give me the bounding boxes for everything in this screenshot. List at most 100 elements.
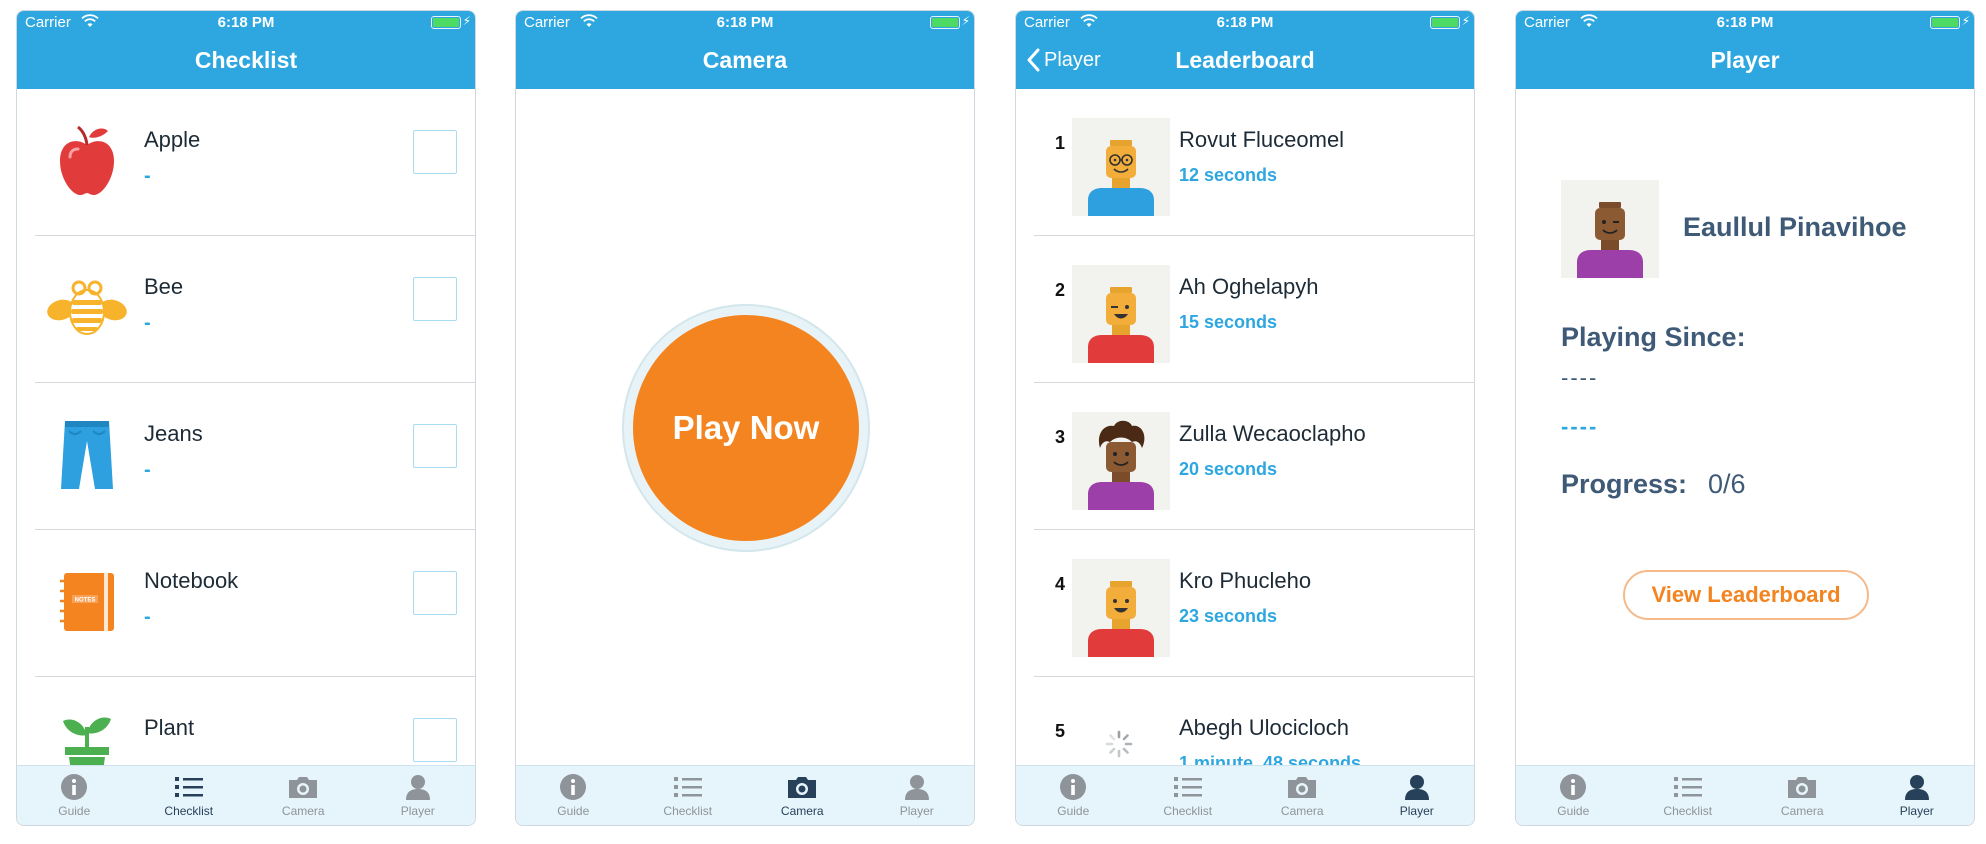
list-icon <box>1173 774 1203 800</box>
tab-guide[interactable]: Guide <box>1016 766 1131 825</box>
jeans-icon <box>45 413 129 497</box>
page-title: Leaderboard <box>1175 47 1315 73</box>
tab-label: Checklist <box>1163 804 1213 818</box>
charging-icon: ⚡ <box>961 14 970 28</box>
tab-label: Player <box>400 804 435 818</box>
page-title: Camera <box>702 47 788 73</box>
tab-player[interactable]: Player <box>1860 766 1975 825</box>
avatar <box>1072 265 1170 363</box>
player-time: 23 seconds <box>1179 606 1278 626</box>
info-icon <box>1558 774 1588 800</box>
tab-player[interactable]: Player <box>860 766 975 825</box>
tab-label: Guide <box>1557 804 1590 818</box>
playing-since-value-secondary: ---- <box>1561 414 1599 439</box>
view-leaderboard-button[interactable]: View Leaderboard <box>1623 570 1869 620</box>
person-icon <box>1402 774 1432 800</box>
tab-camera[interactable]: Camera <box>246 766 361 825</box>
tab-guide[interactable]: Guide <box>17 766 132 825</box>
item-checkbox[interactable] <box>413 571 457 615</box>
playing-since-label: Playing Since: <box>1561 322 1746 352</box>
list-item: Apple - <box>17 89 475 236</box>
item-status: - <box>144 165 151 187</box>
tab-label: Checklist <box>164 804 214 818</box>
tab-checklist[interactable]: Checklist <box>631 766 746 825</box>
player-name: Abegh Ulocicloch <box>1179 715 1349 740</box>
player-name: Kro Phucleho <box>1179 568 1312 593</box>
app-screenshots: Carrier 6:18 PM ⚡ Checklist Apple - Bee … <box>0 0 1986 844</box>
navigation-bar: Carrier 6:18 PM ⚡ Camera <box>516 11 974 89</box>
item-name: Plant <box>144 715 195 740</box>
item-status: - <box>144 312 151 334</box>
battery-icon <box>930 16 960 29</box>
item-name: Bee <box>144 274 184 299</box>
rank-number: 2 <box>1054 280 1065 300</box>
camera-icon <box>787 774 817 800</box>
item-checkbox[interactable] <box>413 718 457 762</box>
table-row[interactable]: 2 Ah Oghelapyh 15 seconds <box>1016 236 1474 383</box>
item-name: Jeans <box>144 421 203 446</box>
player-screen: Carrier 6:18 PM ⚡ Player Eaullul Pinavih… <box>1515 10 1975 826</box>
tab-label: Player <box>1899 804 1934 818</box>
tab-checklist[interactable]: Checklist <box>1131 766 1246 825</box>
list-item: NOTES Notebook - <box>17 530 475 677</box>
tab-player[interactable]: Player <box>1360 766 1475 825</box>
list-icon <box>174 774 204 800</box>
page-title: Player <box>1710 47 1780 73</box>
player-name: Ah Oghelapyh <box>1179 274 1319 299</box>
status-time: 6:18 PM <box>1716 14 1774 31</box>
tab-guide[interactable]: Guide <box>516 766 631 825</box>
table-row[interactable]: 5 Abegh Ulocicloch 1 minute, 48 seconds <box>1016 677 1474 777</box>
tab-checklist[interactable]: Checklist <box>132 766 247 825</box>
item-checkbox[interactable] <box>413 424 457 468</box>
list-icon <box>1673 774 1703 800</box>
leaderboard-list: 1 Rovut Fluceomel 12 seconds 2 Ah Oghela… <box>1016 89 1474 777</box>
avatar <box>1072 412 1170 510</box>
info-icon <box>558 774 588 800</box>
tab-bar: Guide Checklist Camera Player <box>1516 765 1974 825</box>
player-time: 20 seconds <box>1179 459 1278 479</box>
tab-camera[interactable]: Camera <box>745 766 860 825</box>
player-name: Zulla Wecaoclapho <box>1179 421 1366 446</box>
tab-label: Camera <box>1280 804 1324 818</box>
status-time: 6:18 PM <box>217 14 275 31</box>
play-now-button[interactable]: Play Now <box>633 315 859 541</box>
tab-label: Guide <box>557 804 590 818</box>
tab-checklist[interactable]: Checklist <box>1631 766 1746 825</box>
tab-bar: Guide Checklist Camera Player <box>17 765 475 825</box>
charging-icon: ⚡ <box>462 14 471 28</box>
rank-number: 5 <box>1054 721 1065 741</box>
navigation-bar: Carrier 6:18 PM ⚡ Checklist <box>17 11 475 89</box>
tab-label: Guide <box>1057 804 1090 818</box>
notebook-icon: NOTES <box>45 560 129 644</box>
tab-bar: Guide Checklist Camera Player <box>1016 765 1474 825</box>
battery-icon <box>431 16 461 29</box>
progress-value: 0/6 <box>1708 469 1746 499</box>
battery-icon <box>1930 16 1960 29</box>
table-row[interactable]: 1 Rovut Fluceomel 12 seconds <box>1016 89 1474 236</box>
tab-camera[interactable]: Camera <box>1245 766 1360 825</box>
tab-label: Camera <box>1780 804 1824 818</box>
table-row[interactable]: 4 Kro Phucleho 23 seconds <box>1016 530 1474 677</box>
status-time: 6:18 PM <box>716 14 774 31</box>
status-bar: Carrier 6:18 PM ⚡ <box>1016 11 1474 33</box>
battery-icon <box>1430 16 1460 29</box>
tab-label: Camera <box>281 804 325 818</box>
item-checkbox[interactable] <box>413 277 457 321</box>
avatar <box>1561 180 1659 278</box>
table-row[interactable]: 3 Zulla Wecaoclapho 20 seconds <box>1016 383 1474 530</box>
item-checkbox[interactable] <box>413 130 457 174</box>
camera-icon <box>1787 774 1817 800</box>
tab-player[interactable]: Player <box>361 766 476 825</box>
status-bar: Carrier 6:18 PM ⚡ <box>1516 11 1974 33</box>
rank-number: 4 <box>1054 574 1065 594</box>
player-name: Rovut Fluceomel <box>1179 127 1345 152</box>
avatar <box>1072 118 1170 216</box>
checklist-list: Apple - Bee - Jeans - NOTES Notebook - P… <box>17 89 475 777</box>
item-status: - <box>144 459 151 481</box>
person-icon <box>1902 774 1932 800</box>
charging-icon: ⚡ <box>1461 14 1470 28</box>
tab-camera[interactable]: Camera <box>1745 766 1860 825</box>
list-item: Jeans - <box>17 383 475 530</box>
person-icon <box>902 774 932 800</box>
tab-guide[interactable]: Guide <box>1516 766 1631 825</box>
